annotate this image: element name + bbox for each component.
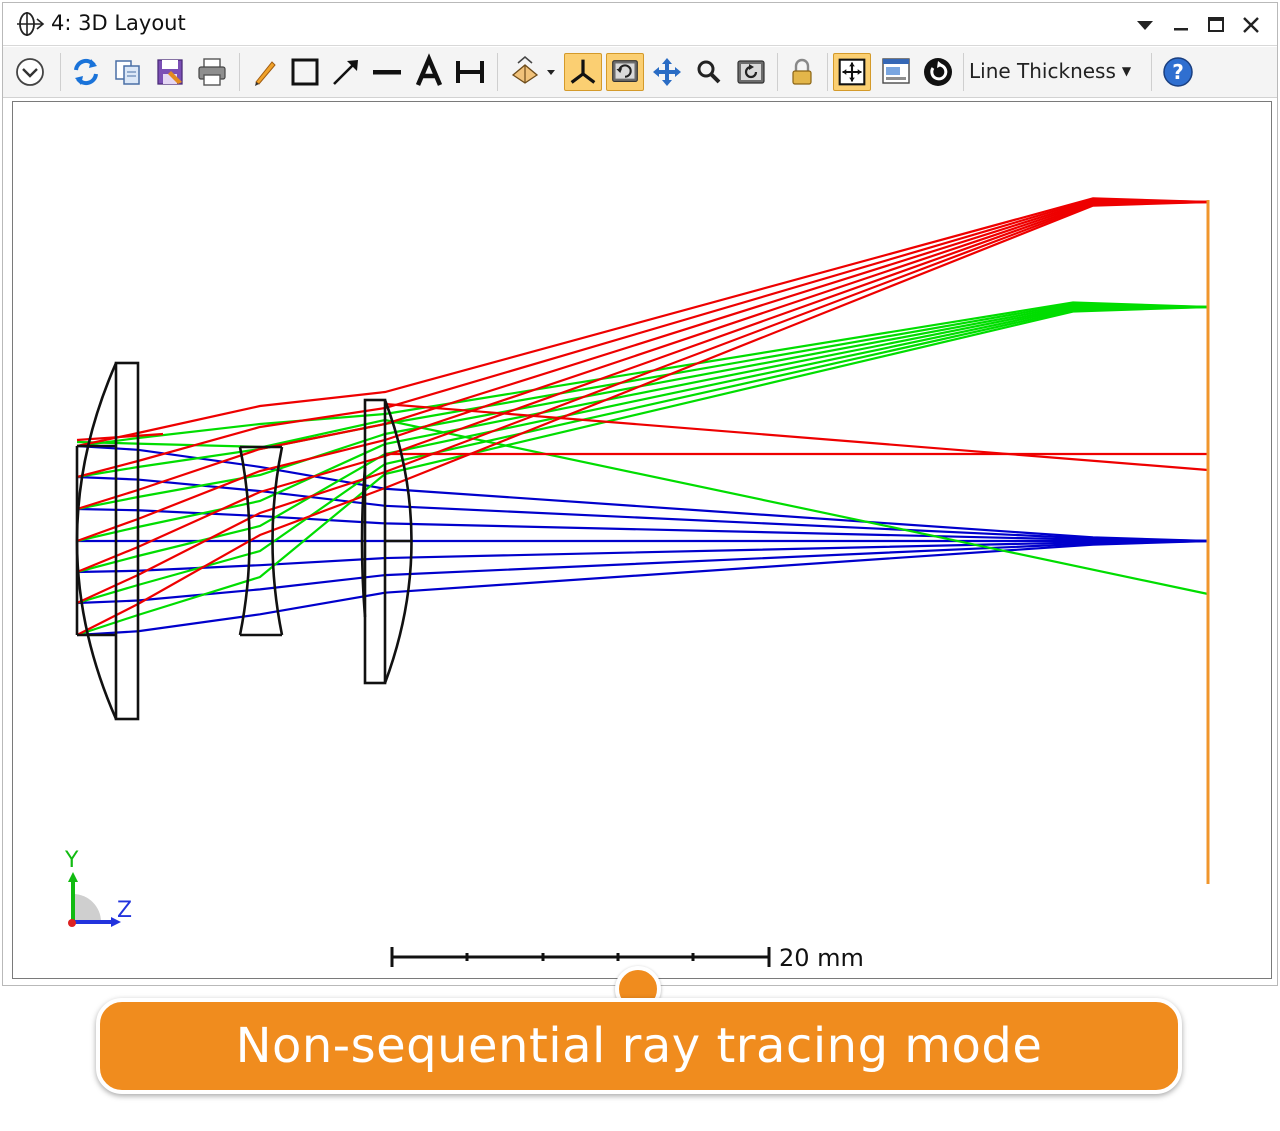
minimize-icon[interactable] (1167, 11, 1195, 39)
toolbar: Line Thickness ▼ ? (3, 47, 1277, 98)
scale-bar (390, 947, 771, 967)
help-icon[interactable]: ? (1159, 53, 1197, 91)
ray-bundle-field-3 (76, 197, 1209, 636)
maximize-icon[interactable] (1202, 11, 1230, 39)
axes-view-icon[interactable] (564, 53, 602, 91)
window-title: 4: 3D Layout (51, 11, 186, 35)
ray-field-3 (76, 199, 1209, 511)
text-icon[interactable] (410, 53, 448, 91)
axis-triad: Y Z (64, 848, 132, 927)
reset-view-icon[interactable] (732, 53, 770, 91)
ray-field-2 (76, 305, 1209, 574)
svg-text:?: ? (1172, 60, 1184, 84)
caret-down-icon: ▼ (1121, 64, 1132, 78)
dropdown-icon[interactable] (1131, 11, 1159, 39)
caption-text: Non-sequential ray tracing mode (235, 1018, 1043, 1074)
dimension-icon[interactable] (451, 53, 489, 91)
scale-label: 20 mm (779, 944, 864, 972)
ray-field-3 (76, 197, 1209, 448)
axis-y-label: Y (64, 848, 79, 873)
ray-field-2 (76, 302, 1209, 479)
pan-icon[interactable] (648, 53, 686, 91)
options-chevron-icon[interactable] (11, 53, 49, 91)
lock-icon[interactable] (783, 53, 821, 91)
refresh-icon[interactable] (67, 53, 105, 91)
line-thickness-label: Line Thickness (969, 59, 1116, 83)
reset-circle-icon[interactable] (919, 53, 957, 91)
title-bar[interactable]: 4: 3D Layout (3, 3, 1277, 46)
line-icon[interactable] (368, 53, 406, 91)
lens-icon (17, 12, 45, 36)
pencil-icon[interactable] (245, 53, 283, 91)
window-setup-icon[interactable] (877, 53, 915, 91)
layout-canvas[interactable]: Y Z 20 mm (12, 101, 1272, 979)
zoom-icon[interactable] (690, 53, 728, 91)
ray-field-3 (76, 198, 1209, 479)
fit-icon[interactable] (833, 53, 871, 91)
close-icon[interactable] (1237, 11, 1265, 39)
line-thickness-dropdown[interactable]: Line Thickness ▼ (969, 59, 1131, 87)
print-icon[interactable] (193, 53, 231, 91)
rotate-view-icon[interactable] (505, 53, 557, 91)
save-icon[interactable] (151, 53, 189, 91)
layout-window: 4: 3D Layout Line Thickness ▼ ? Y Z 20 m… (2, 2, 1278, 986)
caption-banner: Non-sequential ray tracing mode (96, 998, 1182, 1094)
redraw-icon[interactable] (606, 53, 644, 91)
ray-field-3 (76, 200, 1209, 636)
axis-z-label: Z (117, 898, 132, 923)
arrow-icon[interactable] (327, 53, 365, 91)
copy-icon[interactable] (109, 53, 147, 91)
optical-layout-drawing: Y Z 20 mm (64, 197, 1210, 972)
rectangle-icon[interactable] (286, 53, 324, 91)
